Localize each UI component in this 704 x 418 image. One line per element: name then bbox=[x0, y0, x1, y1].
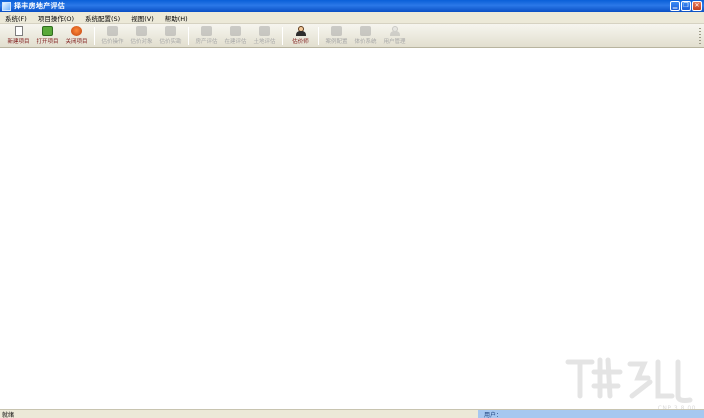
survey-icon bbox=[165, 26, 176, 36]
close-project-label: 关闭项目 bbox=[65, 39, 88, 45]
close-project-button[interactable]: 关闭项目 bbox=[62, 24, 91, 45]
menu-project-operations[interactable]: 项目操作(O) bbox=[37, 13, 75, 23]
menu-system[interactable]: 系统(F) bbox=[4, 13, 28, 23]
property-appraisal-label: 房产评估 bbox=[195, 39, 218, 45]
appraisal-object-button[interactable]: 估价对象 bbox=[127, 24, 156, 45]
new-project-button[interactable]: 新建项目 bbox=[4, 24, 33, 45]
menu-help[interactable]: 帮助(H) bbox=[164, 13, 189, 23]
property-appraisal-button[interactable]: 房产评估 bbox=[192, 24, 221, 45]
appraiser-label: 估价师 bbox=[292, 39, 309, 45]
appraiser-button[interactable]: 估价师 bbox=[286, 24, 315, 45]
toolbar-separator bbox=[318, 27, 319, 45]
minimize-button[interactable]: ▁ bbox=[670, 1, 680, 11]
menu-system-config[interactable]: 系统配置(S) bbox=[84, 13, 121, 23]
open-project-button[interactable]: 打开项目 bbox=[33, 24, 62, 45]
toolbar-separator bbox=[188, 27, 189, 45]
user-management-label: 用户管理 bbox=[383, 39, 406, 45]
open-project-label: 打开项目 bbox=[36, 39, 59, 45]
price-system-button[interactable]: 体价系统 bbox=[351, 24, 380, 45]
minimize-icon: ▁ bbox=[672, 2, 678, 9]
toolbar-separator bbox=[94, 27, 95, 45]
house-icon bbox=[201, 26, 212, 36]
close-button[interactable]: ✕ bbox=[692, 1, 702, 11]
site-survey-label: 估价实勘 bbox=[159, 39, 182, 45]
app-icon bbox=[2, 1, 11, 11]
appraisal-operation-label: 估价操作 bbox=[101, 39, 124, 45]
site-survey-button[interactable]: 估价实勘 bbox=[156, 24, 185, 45]
restore-icon: ❐ bbox=[683, 2, 689, 9]
window-title: 择丰房地产评估 bbox=[14, 2, 66, 10]
user-icon bbox=[389, 26, 400, 36]
open-folder-icon bbox=[42, 26, 53, 36]
wrench-icon bbox=[107, 26, 118, 36]
user-management-button[interactable]: 用户管理 bbox=[380, 24, 409, 45]
status-bar: 就绪 用户： bbox=[0, 409, 704, 418]
appraisal-operation-button[interactable]: 估价操作 bbox=[98, 24, 127, 45]
close-icon: ✕ bbox=[694, 2, 700, 9]
construction-appraisal-button[interactable]: 在建评估 bbox=[221, 24, 250, 45]
maximize-button[interactable]: ❐ bbox=[681, 1, 691, 11]
menu-bar: 系统(F) 项目操作(O) 系统配置(S) 视图(V) 帮助(H) bbox=[0, 12, 704, 24]
new-document-icon bbox=[14, 26, 23, 36]
case-config-label: 案例配置 bbox=[325, 39, 348, 45]
window-controls: ▁ ❐ ✕ bbox=[670, 1, 702, 11]
chart-icon bbox=[331, 26, 342, 36]
new-project-label: 新建项目 bbox=[7, 39, 30, 45]
appraiser-icon bbox=[295, 26, 306, 36]
appraisal-object-label: 估价对象 bbox=[130, 39, 153, 45]
land-icon bbox=[259, 26, 270, 36]
watermark-logo: CNP 3.8.00 bbox=[565, 357, 696, 412]
price-system-label: 体价系统 bbox=[354, 39, 377, 45]
status-user: 用户： bbox=[478, 409, 704, 418]
toolbar: 新建项目 打开项目 关闭项目 估价操作 估价对象 估价实勘 房产评估 在建评估 … bbox=[0, 24, 704, 48]
land-appraisal-button[interactable]: 土地评估 bbox=[250, 24, 279, 45]
status-text: 就绪 bbox=[2, 411, 15, 418]
menu-view[interactable]: 视图(V) bbox=[130, 13, 155, 23]
construction-icon bbox=[230, 26, 241, 36]
land-appraisal-label: 土地评估 bbox=[253, 39, 276, 45]
case-config-button[interactable]: 案例配置 bbox=[322, 24, 351, 45]
toolbar-grip[interactable] bbox=[699, 28, 701, 44]
toolbar-separator bbox=[282, 27, 283, 45]
pen-icon bbox=[360, 26, 371, 36]
title-bar[interactable]: 择丰房地产评估 ▁ ❐ ✕ bbox=[0, 0, 704, 12]
object-icon bbox=[136, 26, 147, 36]
close-project-icon bbox=[71, 26, 82, 36]
construction-appraisal-label: 在建评估 bbox=[224, 39, 247, 45]
